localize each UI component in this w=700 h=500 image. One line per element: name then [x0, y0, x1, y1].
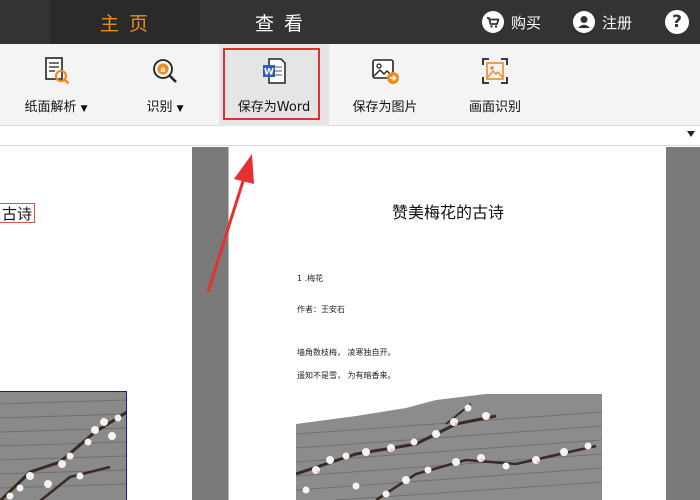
- result-page-title: 赞美梅花的古诗: [391, 203, 504, 222]
- paper-analysis-icon: [41, 56, 71, 86]
- right-margin: [666, 147, 700, 500]
- paper-analysis-label: 纸面解析: [24, 100, 77, 115]
- buy-button[interactable]: 购买: [482, 0, 541, 44]
- cart-icon: [482, 11, 504, 33]
- page-gap: [192, 147, 228, 500]
- recognize-icon: a: [150, 56, 180, 86]
- poem-line: 墙角数枝梅， 凌寒独自开。: [297, 348, 396, 357]
- save-as-image-label: 保存为图片: [352, 100, 418, 115]
- svg-text:a: a: [160, 65, 165, 74]
- screen-recognize-button[interactable]: 画面识别: [455, 44, 535, 126]
- screen-recognize-label: 画面识别: [468, 100, 521, 115]
- plum-blossom-photo: [296, 394, 602, 500]
- ribbon-toolbar: 纸面解析 ▼ a 识别 ▼ W 保存为Word 保存为图片 画面识别: [0, 44, 700, 126]
- user-icon: [573, 11, 595, 33]
- result-page[interactable]: 赞美梅花的古诗 1 .梅花 作者：王安石 墙角数枝梅， 凌寒独自开。 遥知不是雪…: [228, 147, 666, 500]
- register-button[interactable]: 注册: [573, 0, 632, 44]
- help-button[interactable]: ?: [665, 0, 689, 44]
- word-icon: W: [259, 56, 289, 86]
- poem-author: 作者：王安石: [297, 305, 345, 314]
- tab-view[interactable]: 查 看: [200, 0, 360, 44]
- paper-analysis-button[interactable]: 纸面解析 ▼: [10, 44, 102, 126]
- source-image-region: [0, 391, 127, 500]
- register-label: 注册: [602, 13, 633, 32]
- svg-text:W: W: [264, 68, 274, 78]
- screen-recognize-icon: [480, 56, 510, 86]
- buy-label: 购买: [511, 13, 542, 32]
- help-icon: ?: [665, 10, 689, 34]
- save-image-icon: [370, 56, 400, 86]
- recognize-dropdown-icon[interactable]: ▼: [177, 104, 184, 114]
- save-as-image-button[interactable]: 保存为图片: [340, 44, 430, 126]
- recognize-label: 识别: [146, 100, 173, 115]
- top-nav-bar: 主 页 查 看 购买 注册 ?: [0, 0, 700, 44]
- paper-analysis-dropdown-icon[interactable]: ▼: [81, 104, 88, 114]
- save-as-word-button[interactable]: W 保存为Word: [219, 44, 329, 126]
- recognize-button[interactable]: a 识别 ▼: [130, 44, 200, 126]
- poem-line: 遥知不是雪， 为有暗香来。: [297, 371, 396, 380]
- expand-arrow-icon[interactable]: [687, 131, 695, 137]
- source-title-region: 古诗: [0, 203, 36, 223]
- source-page[interactable]: 古诗: [0, 147, 192, 500]
- document-area: 古诗 赞美梅花的古诗 1 .梅花 作者：王安石 墙角数枝梅， 凌寒独自开。 遥知…: [0, 147, 700, 500]
- options-strip: [0, 126, 700, 146]
- tab-home[interactable]: 主 页: [50, 0, 200, 44]
- poem-heading: 1 .梅花: [297, 274, 324, 283]
